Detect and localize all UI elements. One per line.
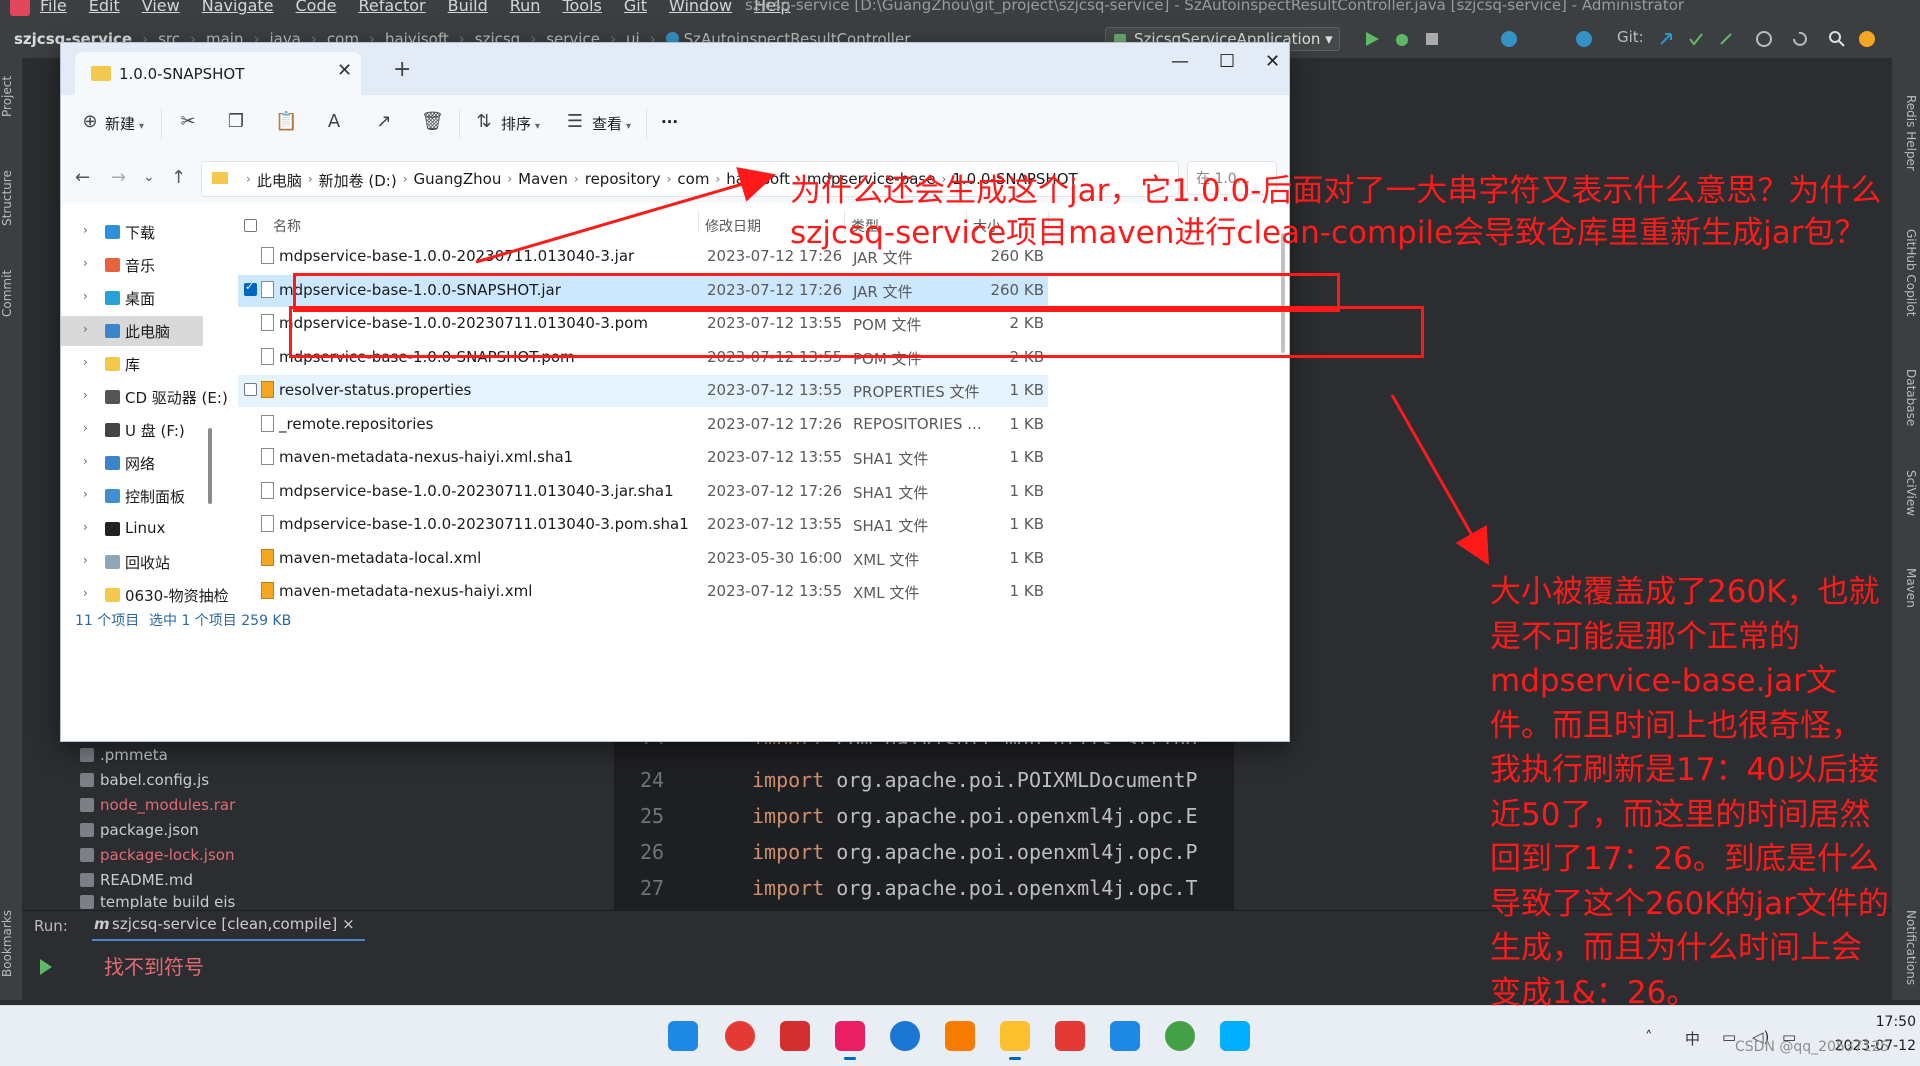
arrow-to-right-note [1390, 394, 1489, 566]
arrow-to-top-question [475, 167, 776, 264]
annotation-question-top: 为什么还会生成这个jar，它1.0.0-后面对了一大串字符又表示什么意思？为什么… [790, 173, 1882, 251]
annotation-note-right: 大小被覆盖成了260K，也就是不可能是那个正常的mdpservice-base.… [1490, 574, 1889, 1011]
